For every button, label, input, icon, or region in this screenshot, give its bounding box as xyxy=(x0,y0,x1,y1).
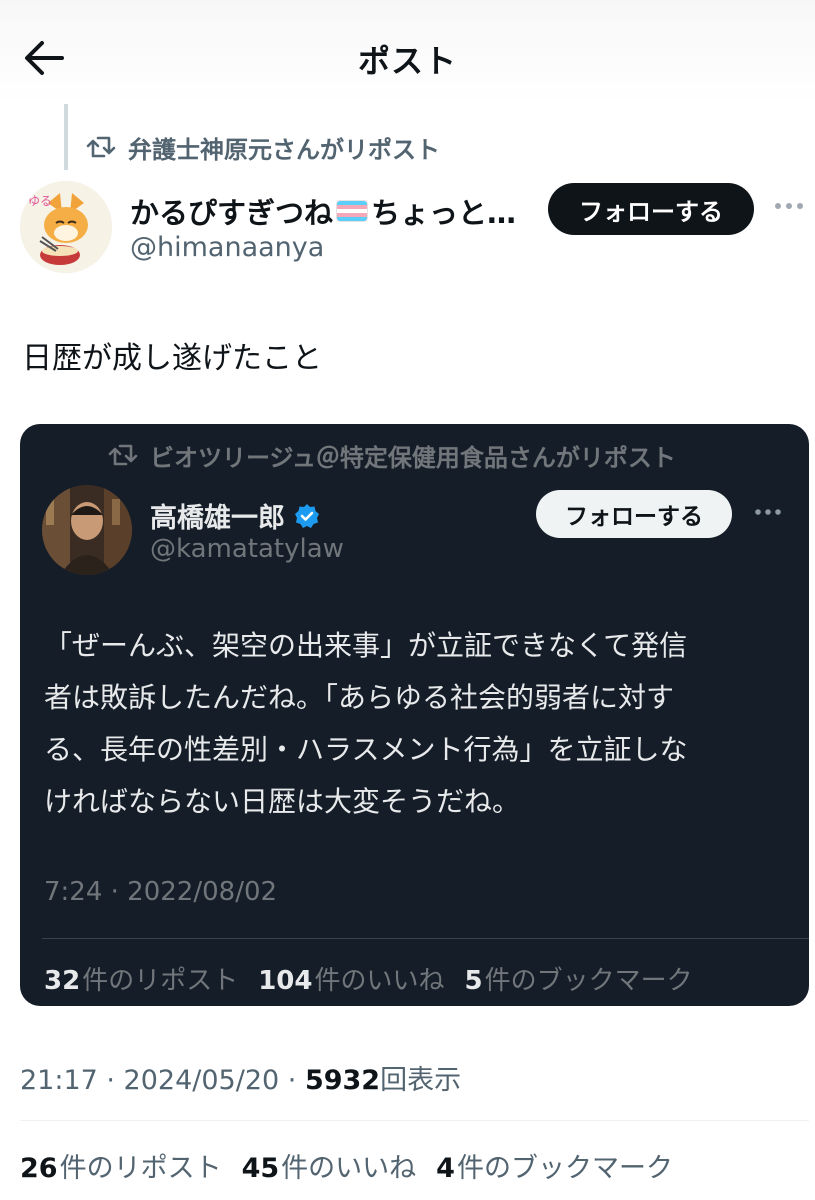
views-count: 5932 xyxy=(304,1065,381,1096)
bookmarks-stat[interactable]: 4件のブックマーク xyxy=(436,1146,673,1185)
trans-flag-emoji xyxy=(337,201,368,221)
author-handle[interactable]: @himanaanya xyxy=(130,232,324,263)
thread-line xyxy=(64,104,68,170)
author-name[interactable]: かるぴすぎつね ちょっと… xyxy=(130,190,516,232)
quote-author-avatar[interactable] xyxy=(42,485,132,575)
quote-text-line: る、長年の性差別・ハラスメント行為」を立証しな xyxy=(44,733,688,766)
reposts-count: 26 xyxy=(20,1153,58,1184)
likes-count: 45 xyxy=(241,1153,280,1184)
quote-likes-count: 104 xyxy=(258,966,313,996)
repost-context[interactable]: 弁護士神原元さんがリポスト xyxy=(86,130,440,164)
repost-context-text: 弁護士神原元さんがリポスト xyxy=(128,135,440,164)
bookmarks-count: 4 xyxy=(436,1153,455,1184)
author-name-prefix: かるぴすぎつね xyxy=(130,196,334,230)
reposts-stat[interactable]: 26件のリポスト xyxy=(20,1146,222,1185)
person-avatar-image xyxy=(42,485,132,575)
quote-text-line: 者は敗訴したんだね。「あらゆる社会的弱者に対す xyxy=(44,681,675,714)
quote-timestamp[interactable]: 7:24 · 2022/08/02 xyxy=(44,877,277,907)
quote-reposts-stat[interactable]: 32件のリポスト xyxy=(44,960,238,997)
verified-badge-icon xyxy=(295,503,319,528)
quote-bookmarks-count: 5 xyxy=(464,966,483,996)
quote-divider xyxy=(42,938,809,939)
quote-likes-stat[interactable]: 104件のいいね xyxy=(258,960,444,997)
top-bar: ポスト xyxy=(0,0,815,104)
tweet-text: 日歴が成し遂げたこと xyxy=(22,341,322,376)
quote-author-name[interactable]: 高橋雄一郎 xyxy=(150,496,321,535)
quote-likes-label: 件のいいね xyxy=(314,966,445,996)
post-meta: 21:17 · 2024/05/20 · 5932回表示 xyxy=(20,1058,461,1097)
repost-icon xyxy=(86,136,116,158)
stats-divider xyxy=(20,1120,809,1121)
quote-author-name-text: 高橋雄一郎 xyxy=(150,503,285,534)
likes-label: 件のいいね xyxy=(281,1153,417,1184)
quote-more-options-icon[interactable] xyxy=(752,502,784,522)
quote-author-handle[interactable]: @kamatatylaw xyxy=(150,534,344,564)
bookmarks-label: 件のブックマーク xyxy=(456,1153,673,1184)
quote-reposts-count: 32 xyxy=(44,966,81,996)
quote-repost-context-text: ビオツリージュ＠特定保健用食品さんがリポスト xyxy=(150,443,676,472)
follow-button[interactable]: フォローする xyxy=(548,183,754,235)
reposts-label: 件のリポスト xyxy=(59,1153,222,1184)
quote-text-line: ければならない日歴は大変そうだね。 xyxy=(44,785,521,818)
author-avatar[interactable]: ゆる xyxy=(20,181,112,273)
more-options-icon[interactable] xyxy=(772,196,806,216)
quote-engagement-stats: 32件のリポスト 104件のいいね 5件のブックマーク xyxy=(44,960,693,997)
repost-icon xyxy=(108,444,138,466)
author-name-suffix: ちょっと… xyxy=(371,196,517,230)
engagement-stats: 26件のリポスト 45件のいいね 4件のブックマーク xyxy=(20,1146,673,1185)
page-title: ポスト xyxy=(357,42,457,80)
quote-bookmarks-stat[interactable]: 5件のブックマーク xyxy=(465,960,693,997)
quote-bookmarks-label: 件のブックマーク xyxy=(484,966,693,996)
fox-avatar-image: ゆる xyxy=(20,181,112,273)
likes-stat[interactable]: 45件のいいね xyxy=(242,1146,417,1185)
views-label: 回表示 xyxy=(380,1065,462,1096)
post-timestamp[interactable]: 21:17 · 2024/05/20 · xyxy=(20,1065,305,1096)
quoted-post[interactable]: ビオツリージュ＠特定保健用食品さんがリポスト 高橋雄一郎 @kamatatyla… xyxy=(20,424,809,1006)
quote-text-line: 「ぜーんぶ、架空の出来事」が立証できなくて発信 xyxy=(44,629,688,662)
quote-reposts-label: 件のリポスト xyxy=(82,966,239,996)
quote-repost-context[interactable]: ビオツリージュ＠特定保健用食品さんがリポスト xyxy=(108,438,676,472)
quote-follow-button[interactable]: フォローする xyxy=(536,490,732,538)
svg-text:ゆる: ゆる xyxy=(28,194,52,208)
quote-text: 「ぜーんぶ、架空の出来事」が立証できなくて発信 者は敗訴したんだね。「あらゆる社… xyxy=(44,620,794,828)
